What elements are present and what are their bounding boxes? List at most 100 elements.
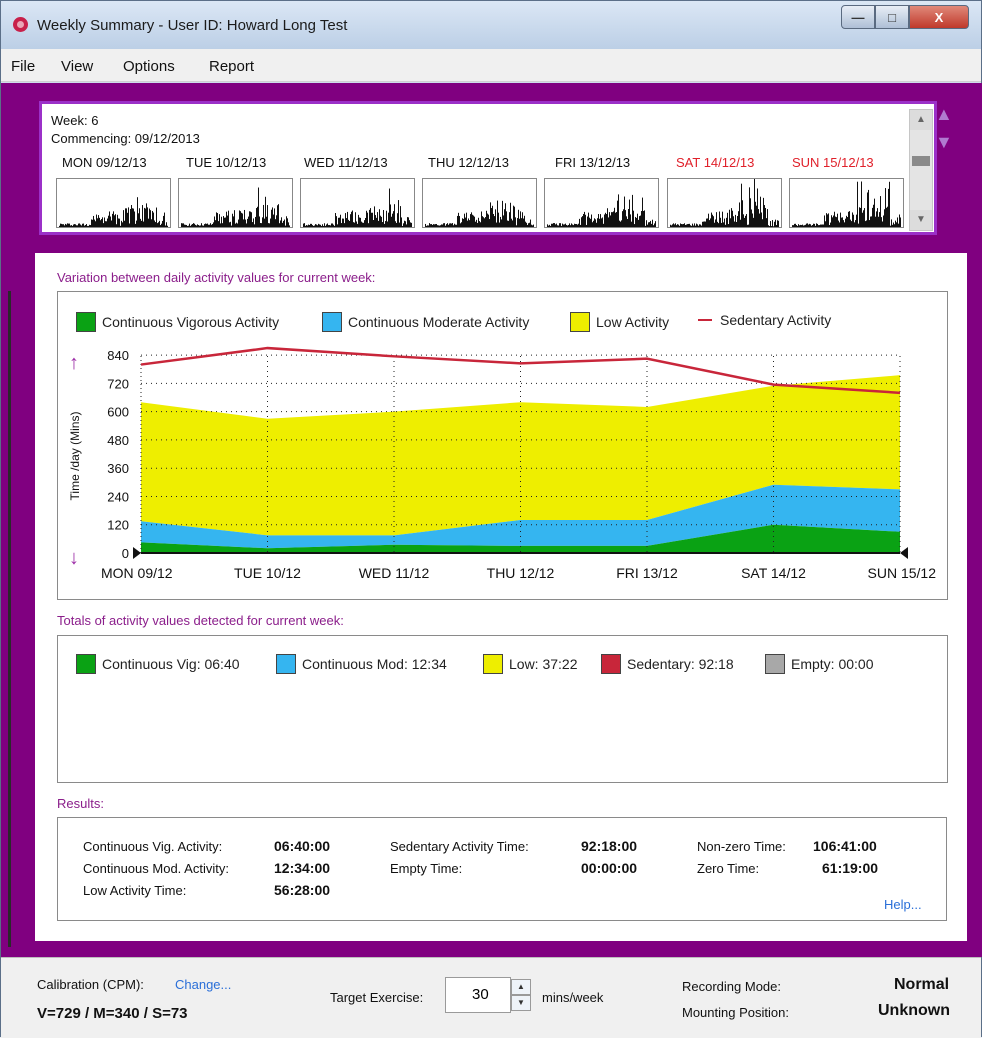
activity-bar (862, 212, 863, 227)
activity-bar (716, 212, 717, 227)
menu-options[interactable]: Options (123, 58, 175, 75)
activity-bar (572, 224, 573, 227)
menu-report[interactable]: Report (209, 58, 254, 75)
activity-bar (142, 205, 143, 227)
day-activity-thumbnail[interactable] (300, 178, 415, 228)
activity-bar (628, 209, 629, 227)
day-activity-thumbnail[interactable] (667, 178, 782, 228)
activity-bar (701, 225, 702, 227)
activity-bar (163, 215, 164, 227)
previous-week-icon[interactable]: ▲ (935, 105, 953, 123)
activity-bar (639, 216, 640, 227)
close-button[interactable]: X (909, 5, 969, 29)
target-exercise-input[interactable]: 30 (445, 977, 511, 1013)
legend-low-label: Low Activity (596, 314, 670, 330)
target-exercise-spinner[interactable]: ▲ ▼ (511, 979, 531, 1011)
menu-file[interactable]: File (11, 58, 35, 75)
activity-bar (710, 218, 711, 227)
activity-bar (655, 221, 656, 227)
activity-bar (434, 224, 435, 227)
activity-bar (855, 220, 856, 227)
activity-bar (267, 205, 268, 227)
activity-bar (504, 209, 505, 227)
activity-bar (875, 216, 876, 227)
maximize-button[interactable]: □ (875, 5, 909, 29)
activity-bar (207, 223, 208, 227)
activity-bar (647, 224, 648, 227)
activity-bar (152, 210, 153, 227)
activity-bar (645, 225, 646, 227)
activity-bar (307, 225, 308, 227)
activity-bar (877, 208, 878, 227)
activity-bar (478, 217, 479, 227)
activity-bar (479, 221, 480, 227)
activity-bar (514, 206, 515, 227)
spin-down-icon[interactable]: ▼ (511, 995, 531, 1011)
activity-bar (349, 220, 350, 227)
activity-bar (648, 222, 649, 227)
activity-bar (164, 212, 165, 227)
day-activity-thumbnail[interactable] (178, 178, 293, 228)
activity-bar (586, 224, 587, 227)
activity-bar (747, 224, 748, 227)
day-activity-thumbnail[interactable] (544, 178, 659, 228)
day-activity-thumbnail[interactable] (56, 178, 171, 228)
activity-bar (624, 196, 625, 227)
activity-bar (595, 219, 596, 227)
activity-bar (226, 211, 227, 227)
activity-bar (221, 216, 222, 227)
activity-bar (488, 214, 489, 227)
activity-bar (225, 217, 226, 227)
activity-bar (104, 217, 105, 227)
activity-bar (493, 213, 494, 227)
activity-bar (151, 219, 152, 227)
activity-bar (338, 217, 339, 227)
activity-bar (83, 223, 84, 227)
activity-bar (85, 225, 86, 227)
minimize-button[interactable]: — (841, 5, 875, 29)
spin-up-icon[interactable]: ▲ (511, 979, 531, 995)
day-activity-thumbnail[interactable] (422, 178, 537, 228)
activity-bar (155, 222, 156, 227)
activity-bar (505, 203, 506, 227)
week-scrollbar[interactable]: ▲ ▼ (909, 109, 933, 231)
activity-bar (137, 197, 138, 227)
activity-bar (529, 222, 530, 227)
calibration-change-link[interactable]: Change... (175, 977, 231, 992)
activity-bar (818, 225, 819, 227)
menu-view[interactable]: View (61, 58, 93, 75)
scroll-up-icon[interactable]: ▲ (910, 110, 932, 130)
activity-bar (396, 222, 397, 227)
activity-bar (511, 218, 512, 227)
activity-bar (819, 225, 820, 227)
activity-bar (452, 223, 453, 227)
activity-bar (851, 221, 852, 227)
activity-bar (587, 216, 588, 227)
activity-bar (323, 225, 324, 227)
activity-bar (793, 225, 794, 227)
activity-bar (183, 223, 184, 227)
help-link[interactable]: Help... (884, 897, 922, 912)
activity-bar (239, 210, 240, 227)
day-label: FRI 13/12/13 (555, 155, 631, 170)
activity-bar (654, 223, 655, 227)
next-week-icon[interactable]: ▼ (935, 133, 953, 151)
scroll-thumb[interactable] (912, 156, 930, 166)
activity-bar (359, 217, 360, 227)
scroll-down-icon[interactable]: ▼ (910, 210, 932, 230)
activity-bar (609, 212, 610, 227)
activity-bar (97, 218, 98, 227)
activity-bar (714, 222, 715, 227)
activity-bar (69, 223, 70, 227)
activity-bar (255, 216, 256, 227)
app-icon (13, 17, 28, 32)
activity-bar (219, 214, 220, 227)
activity-bar (193, 223, 194, 227)
activity-bar (433, 224, 434, 227)
sedentary-total-swatch (601, 654, 621, 674)
activity-bar (196, 225, 197, 227)
activity-bar (882, 221, 883, 227)
activity-bar (763, 197, 764, 227)
day-activity-thumbnail[interactable] (789, 178, 904, 228)
activity-bar (156, 207, 157, 227)
